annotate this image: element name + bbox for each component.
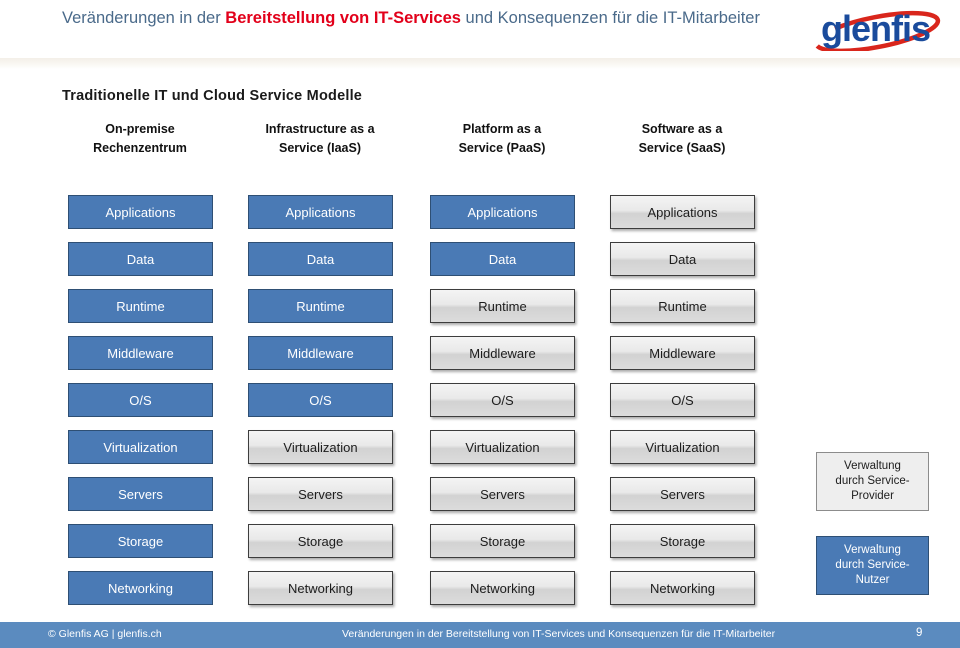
column-header-line1: On-premise xyxy=(105,122,175,136)
column-header-line1: Platform as a xyxy=(462,122,542,136)
legend-provider-line1: Verwaltung xyxy=(844,460,901,472)
layer-box-paas-data: Data xyxy=(430,242,575,276)
legend-provider-line3: Provider xyxy=(851,490,894,502)
glenfis-logo-icon: glenfis xyxy=(813,8,941,54)
column-header-saas: Software as a Service (SaaS) xyxy=(587,120,777,158)
layer-box-saas-networking: Networking xyxy=(610,571,755,605)
layer-box-on-premise-applications: Applications xyxy=(68,195,213,229)
page-title-part2: und Konsequenzen für die IT-Mitarbeiter xyxy=(460,9,760,27)
layer-box-saas-applications: Applications xyxy=(610,195,755,229)
legend-item-provider: Verwaltung durch Service- Provider xyxy=(816,452,929,511)
layer-box-on-premise-middleware: Middleware xyxy=(68,336,213,370)
layer-box-saas-data: Data xyxy=(610,242,755,276)
layer-box-paas-applications: Applications xyxy=(430,195,575,229)
section-subtitle: Traditionelle IT und Cloud Service Model… xyxy=(62,88,363,104)
legend-nutzer-line3: Nutzer xyxy=(855,574,890,586)
layer-box-paas-middleware: Middleware xyxy=(430,336,575,370)
layer-box-iaas-servers: Servers xyxy=(248,477,393,511)
layer-box-iaas-virtualization: Virtualization xyxy=(248,430,393,464)
logo-wordmark: glenfis xyxy=(821,8,930,49)
column-header-iaas: Infrastructure as a Service (IaaS) xyxy=(225,120,415,158)
layer-box-on-premise-data: Data xyxy=(68,242,213,276)
legend-nutzer-line1: Verwaltung xyxy=(844,544,901,556)
column-header-paas: Platform as a Service (PaaS) xyxy=(407,120,597,158)
slide-root: Veränderungen in der Bereitstellung von … xyxy=(0,0,960,648)
footer-copyright: © Glenfis AG | glenfis.ch xyxy=(48,628,162,640)
layer-box-paas-runtime: Runtime xyxy=(430,289,575,323)
footer-title: Veränderungen in der Bereitstellung von … xyxy=(342,628,776,640)
layer-box-paas-storage: Storage xyxy=(430,524,575,558)
layer-box-iaas-data: Data xyxy=(248,242,393,276)
legend-nutzer-line2: durch Service- xyxy=(835,559,910,571)
layer-box-paas-networking: Networking xyxy=(430,571,575,605)
layer-box-iaas-runtime: Runtime xyxy=(248,289,393,323)
legend-provider-line2: durch Service- xyxy=(835,475,910,487)
column-header-line2: Service (SaaS) xyxy=(638,141,726,155)
layer-box-iaas-networking: Networking xyxy=(248,571,393,605)
column-header-line1: Software as a xyxy=(641,122,723,136)
slide-footer: © Glenfis AG | glenfis.ch Veränderungen … xyxy=(0,622,960,648)
page-title-highlight: Bereitstellung von IT-Services xyxy=(225,9,461,27)
layer-box-on-premise-o-s: O/S xyxy=(68,383,213,417)
layer-box-paas-o-s: O/S xyxy=(430,383,575,417)
layer-box-saas-storage: Storage xyxy=(610,524,755,558)
layer-box-iaas-o-s: O/S xyxy=(248,383,393,417)
layer-box-saas-virtualization: Virtualization xyxy=(610,430,755,464)
layer-box-saas-runtime: Runtime xyxy=(610,289,755,323)
layer-box-saas-servers: Servers xyxy=(610,477,755,511)
glenfis-logo: glenfis xyxy=(805,5,950,54)
slide-header: Veränderungen in der Bereitstellung von … xyxy=(0,0,960,58)
layer-box-on-premise-servers: Servers xyxy=(68,477,213,511)
layer-box-paas-virtualization: Virtualization xyxy=(430,430,575,464)
layer-box-on-premise-runtime: Runtime xyxy=(68,289,213,323)
page-title-part1: Veränderungen in der xyxy=(62,9,226,27)
column-header-on-premise: On-premise Rechenzentrum xyxy=(45,120,235,158)
layer-box-saas-o-s: O/S xyxy=(610,383,755,417)
column-header-line2: Service (IaaS) xyxy=(279,141,361,155)
legend-item-nutzer: Verwaltung durch Service- Nutzer xyxy=(816,536,929,595)
layer-box-iaas-storage: Storage xyxy=(248,524,393,558)
layer-box-on-premise-storage: Storage xyxy=(68,524,213,558)
header-divider-band xyxy=(0,58,960,69)
column-header-line1: Infrastructure as a xyxy=(265,122,375,136)
layer-box-iaas-applications: Applications xyxy=(248,195,393,229)
footer-page-number: 9 xyxy=(916,627,923,639)
page-title: Veränderungen in der Bereitstellung von … xyxy=(62,6,782,31)
column-header-line2: Service (PaaS) xyxy=(458,141,546,155)
layer-box-on-premise-networking: Networking xyxy=(68,571,213,605)
layer-box-on-premise-virtualization: Virtualization xyxy=(68,430,213,464)
layer-box-saas-middleware: Middleware xyxy=(610,336,755,370)
column-header-line2: Rechenzentrum xyxy=(93,141,187,155)
layer-box-iaas-middleware: Middleware xyxy=(248,336,393,370)
layer-box-paas-servers: Servers xyxy=(430,477,575,511)
